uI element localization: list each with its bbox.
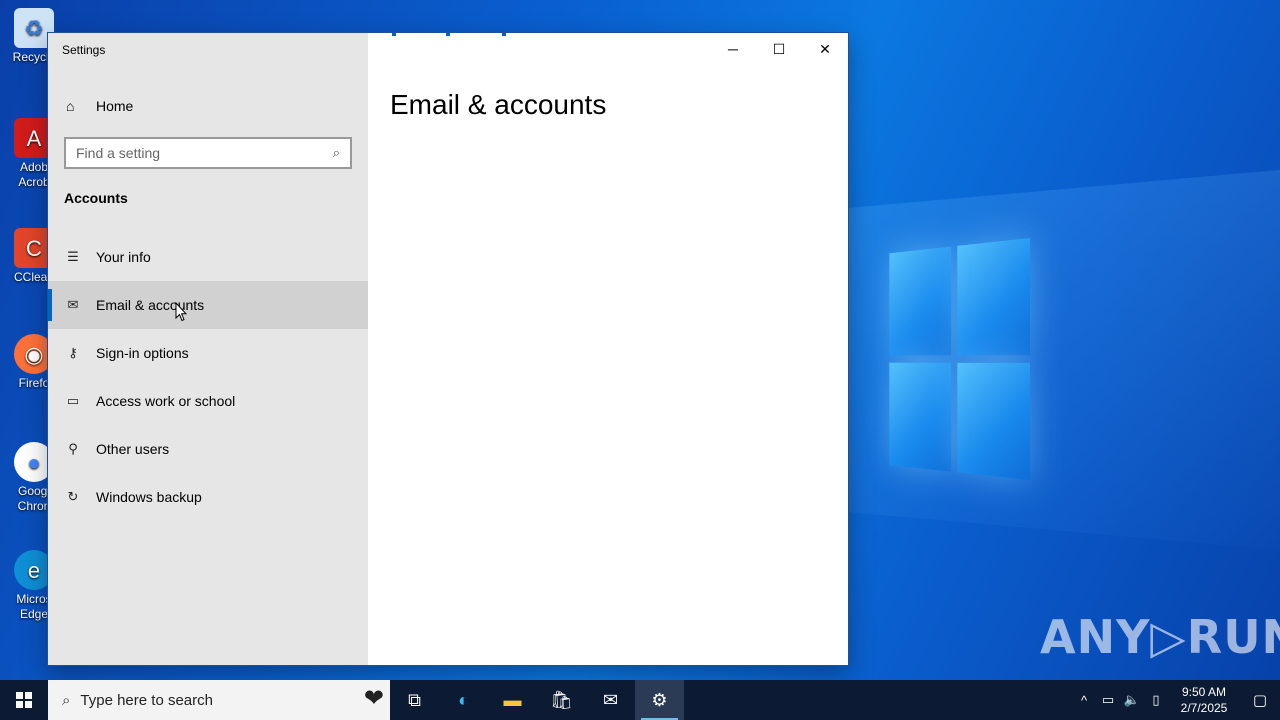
settings-search-input[interactable] — [76, 145, 333, 161]
nav-home-label: Home — [96, 98, 134, 114]
close-button[interactable]: ✕ — [802, 33, 848, 65]
mail-icon: ✉ — [67, 297, 79, 312]
nav-item-label: Access work or school — [96, 393, 236, 409]
nav-item-windows-backup[interactable]: ↻ Windows backup — [48, 473, 368, 521]
gear-icon: ⚙ — [651, 689, 668, 710]
nav-item-access-work-school[interactable]: ▭ Access work or school — [48, 377, 368, 425]
loading-dots — [390, 33, 510, 37]
section-title: Accounts — [64, 190, 128, 206]
person-add-icon: ⚲ — [68, 441, 78, 456]
task-view-button[interactable]: ⧉ — [390, 680, 439, 720]
folder-icon: ▬ — [503, 689, 522, 710]
taskbar-store-button[interactable]: 🛍 — [537, 680, 586, 720]
settings-window: Settings ⌂ Home ⌕ Accounts ☰ Your info ✉… — [48, 33, 848, 665]
window-title: Settings — [62, 43, 106, 57]
contact-card-icon: ☰ — [67, 249, 79, 264]
start-button[interactable] — [0, 680, 48, 720]
nav-home[interactable]: ⌂ Home — [48, 89, 368, 123]
search-icon: ⌕ — [332, 145, 340, 160]
settings-search-box[interactable]: ⌕ — [64, 137, 352, 169]
nav-item-sign-in-options[interactable]: ⚷ Sign-in options — [48, 329, 368, 377]
search-highlight-icon: ❤ — [363, 685, 384, 712]
volume-icon[interactable]: 🔈 — [1120, 692, 1144, 708]
sync-icon: ↻ — [67, 489, 79, 504]
nav-item-label: Sign-in options — [96, 345, 189, 361]
taskbar-edge-button[interactable]: ◐ — [439, 680, 488, 720]
mouse-cursor-icon — [175, 302, 187, 322]
briefcase-icon: ▭ — [66, 393, 80, 408]
nav-item-label: Email & accounts — [96, 297, 205, 313]
taskbar-search-placeholder: Type here to search — [80, 691, 213, 709]
nav-item-your-info[interactable]: ☰ Your info — [48, 233, 368, 281]
nav-item-email-accounts[interactable]: ✉ Email & accounts — [48, 281, 368, 329]
settings-content: Email & accounts — [368, 33, 848, 665]
home-icon: ⌂ — [66, 98, 75, 114]
task-view-icon: ⧉ — [408, 689, 421, 710]
windows-start-icon — [16, 692, 32, 708]
taskbar-search-box[interactable]: ⌕ Type here to search ❤ — [48, 680, 390, 720]
page-title: Email & accounts — [390, 89, 607, 120]
nav-item-other-users[interactable]: ⚲ Other users — [48, 425, 368, 473]
nav-item-label: Your info — [96, 249, 151, 265]
notification-icon[interactable]: ▢ — [1240, 691, 1280, 709]
chevron-up-icon[interactable]: ^ — [1072, 693, 1096, 708]
clock[interactable]: 9:50 AM 2/7/2025 — [1176, 684, 1232, 716]
settings-sidebar: Settings ⌂ Home ⌕ Accounts ☰ Your info ✉… — [48, 33, 368, 665]
edge-icon: ◐ — [458, 689, 469, 710]
taskbar-settings-button[interactable]: ⚙ — [635, 680, 684, 720]
key-icon: ⚷ — [68, 345, 78, 360]
system-tray: ^ ▭ 🔈 ▯ 9:50 AM 2/7/2025 ▢ — [1072, 680, 1280, 720]
wallpaper-windows-logo — [889, 238, 1030, 483]
taskbar-mail-button[interactable]: ✉ — [586, 680, 635, 720]
taskbar: ⌕ Type here to search ❤ ⧉ ◐ ▬ 🛍 ✉ ⚙ ^ ▭ … — [0, 680, 1280, 720]
clock-time: 9:50 AM — [1181, 685, 1227, 699]
network-icon[interactable]: ▭ — [1096, 692, 1120, 708]
taskbar-file-explorer-button[interactable]: ▬ — [488, 680, 537, 720]
accounts-nav-list: ☰ Your info ✉ Email & accounts ⚷ Sign-in… — [48, 233, 368, 521]
clock-date: 2/7/2025 — [1180, 701, 1228, 715]
maximize-button[interactable]: ☐ — [756, 33, 802, 65]
battery-icon[interactable]: ▯ — [1144, 692, 1168, 708]
mail-icon: ✉ — [602, 689, 619, 710]
search-icon: ⌕ — [62, 691, 71, 709]
minimize-button[interactable]: ─ — [710, 33, 756, 65]
nav-item-label: Other users — [96, 441, 170, 457]
anyrun-watermark: ANY▷RUN — [1040, 610, 1280, 664]
nav-item-label: Windows backup — [96, 489, 202, 505]
store-icon: 🛍 — [550, 689, 573, 710]
